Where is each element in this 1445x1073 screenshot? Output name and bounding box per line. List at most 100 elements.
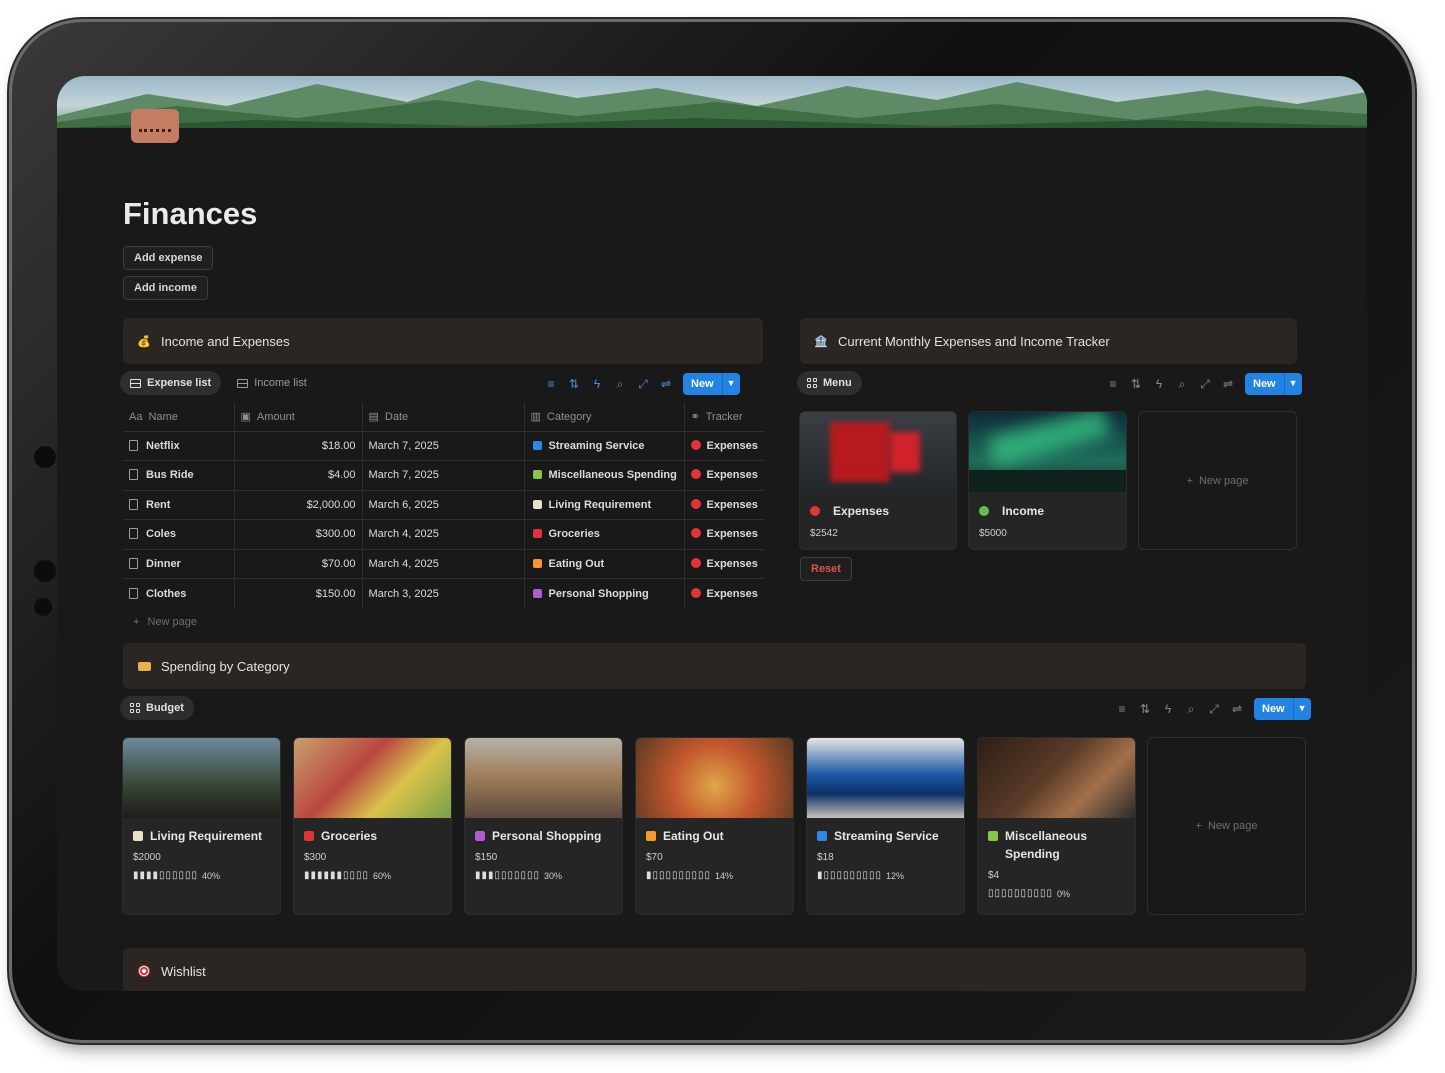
card-value: $2542 bbox=[810, 528, 838, 539]
new-page-card[interactable]: + New page bbox=[1138, 411, 1297, 550]
cell-amount[interactable]: $2,000.00 bbox=[233, 489, 362, 520]
new-button[interactable]: New ▼ bbox=[1245, 373, 1302, 395]
automation-icon[interactable]: ϟ bbox=[1162, 702, 1174, 716]
new-page-row[interactable]: + New page bbox=[133, 616, 197, 628]
settings-icon[interactable]: ⇌ bbox=[1231, 702, 1243, 716]
settings-icon[interactable]: ⇌ bbox=[660, 377, 672, 391]
reset-button[interactable]: Reset bbox=[800, 557, 852, 581]
tab-income-list[interactable]: Income list bbox=[227, 371, 317, 395]
cell-date[interactable]: March 3, 2025 bbox=[361, 578, 524, 608]
cell-name[interactable]: Clothes bbox=[123, 578, 234, 608]
new-button[interactable]: New ▼ bbox=[1254, 698, 1311, 720]
cell-amount[interactable]: $4.00 bbox=[233, 460, 362, 490]
cell-name[interactable]: Coles bbox=[123, 519, 234, 549]
chevron-down-icon[interactable]: ▼ bbox=[721, 373, 740, 395]
table-row[interactable]: Rent $2,000.00 March 6, 2025 Living Require… bbox=[123, 489, 764, 520]
budget-card[interactable]: Living Requirement $2000 ▮▮▮▮▯▯▯▯▯▯ 40% bbox=[122, 737, 281, 915]
tracker-card-expenses[interactable]: Expenses $2542 bbox=[799, 411, 957, 550]
category-icon bbox=[532, 470, 542, 480]
cell-category[interactable]: Eating Out bbox=[523, 548, 684, 579]
number-icon: ▣ bbox=[240, 411, 251, 424]
cell-category[interactable]: Miscellaneous Spending bbox=[523, 460, 684, 490]
cell-name[interactable]: Netflix bbox=[123, 430, 234, 461]
income-expenses-callout: 💰 Income and Expenses bbox=[123, 318, 763, 364]
cell-date[interactable]: March 6, 2025 bbox=[361, 489, 524, 520]
cell-tracker[interactable]: Expenses bbox=[683, 460, 764, 490]
cell-amount[interactable]: $150.00 bbox=[233, 578, 362, 608]
category-label: Groceries bbox=[548, 528, 600, 541]
budget-card[interactable]: Personal Shopping $150 ▮▮▮▯▯▯▯▯▯▯ 30% bbox=[464, 737, 623, 915]
cell-name[interactable]: Dinner bbox=[123, 548, 234, 579]
cell-category[interactable]: Groceries bbox=[523, 519, 684, 549]
cell-amount[interactable]: $70.00 bbox=[233, 548, 362, 579]
expand-icon[interactable]: ⤢ bbox=[637, 377, 649, 392]
add-income-button[interactable]: Add income bbox=[123, 276, 208, 300]
progress-bar: ▮▮▮▮▯▯▯▯▯▯ bbox=[133, 870, 199, 881]
cell-category[interactable]: Personal Shopping bbox=[523, 578, 684, 608]
table-row[interactable]: Coles $300.00 March 4, 2025 Groceries Expens… bbox=[123, 519, 764, 549]
credit-card-icon[interactable] bbox=[131, 109, 179, 143]
table-row[interactable]: Dinner $70.00 March 4, 2025 Eating Out Expen… bbox=[123, 548, 764, 579]
tab-budget[interactable]: Budget bbox=[120, 696, 194, 720]
sort-icon[interactable]: ⇅ bbox=[1139, 702, 1151, 716]
chevron-down-icon[interactable]: ▼ bbox=[1292, 698, 1311, 720]
table-row[interactable]: Clothes $150.00 March 3, 2025 Personal Shop… bbox=[123, 578, 764, 608]
search-icon[interactable]: ⌕ bbox=[1185, 702, 1197, 717]
budget-card[interactable]: Eating Out $70 ▮▯▯▯▯▯▯▯▯▯ 14% bbox=[635, 737, 794, 915]
column-header-date[interactable]: ▤ Date bbox=[361, 403, 524, 431]
cell-date[interactable]: March 4, 2025 bbox=[361, 519, 524, 549]
tab-menu[interactable]: Menu bbox=[797, 371, 862, 395]
automation-icon[interactable]: ϟ bbox=[591, 377, 603, 391]
table-icon bbox=[130, 378, 141, 388]
new-button[interactable]: New ▼ bbox=[683, 373, 740, 395]
text-type-icon: Aa bbox=[129, 410, 143, 423]
new-label: New bbox=[1253, 378, 1276, 390]
cell-category[interactable]: Living Requirement bbox=[523, 489, 684, 520]
budget-card[interactable]: Streaming Service $18 ▮▯▯▯▯▯▯▯▯▯ 12% bbox=[806, 737, 965, 915]
cell-name[interactable]: Rent bbox=[123, 489, 234, 520]
cell-tracker[interactable]: Expenses bbox=[683, 519, 764, 549]
cell-category[interactable]: Streaming Service bbox=[523, 430, 684, 461]
table-row[interactable]: Bus Ride $4.00 March 7, 2025 Miscellaneous … bbox=[123, 460, 764, 490]
new-label: New bbox=[1262, 703, 1285, 715]
cell-date[interactable]: March 4, 2025 bbox=[361, 548, 524, 579]
red-circle-icon bbox=[690, 528, 701, 539]
search-icon[interactable]: ⌕ bbox=[614, 377, 626, 392]
column-header-category[interactable]: ▥ Category bbox=[523, 403, 684, 431]
database-toolbar: ≡ ⇅ ϟ ⌕ ⤢ ⇌ New ▼ bbox=[545, 373, 740, 395]
callout-title: Current Monthly Expenses and Income Trac… bbox=[838, 333, 1110, 349]
cell-amount[interactable]: $18.00 bbox=[233, 430, 362, 461]
filter-icon[interactable]: ≡ bbox=[1116, 702, 1128, 716]
expand-icon[interactable]: ⤢ bbox=[1199, 377, 1211, 392]
chevron-down-icon[interactable]: ▼ bbox=[1283, 373, 1302, 395]
sort-icon[interactable]: ⇅ bbox=[568, 377, 580, 391]
expand-icon[interactable]: ⤢ bbox=[1208, 702, 1220, 717]
cell-amount[interactable]: $300.00 bbox=[233, 519, 362, 549]
category-icon bbox=[646, 831, 656, 841]
budget-card[interactable]: Groceries $300 ▮▮▮▮▮▮▯▯▯▯ 60% bbox=[293, 737, 452, 915]
column-header-amount[interactable]: ▣ Amount bbox=[233, 403, 362, 431]
budget-card[interactable]: Miscellaneous Spending $4 ▯▯▯▯▯▯▯▯▯▯ 0% bbox=[977, 737, 1136, 915]
filter-icon[interactable]: ≡ bbox=[1107, 377, 1119, 391]
new-page-card[interactable]: + New page bbox=[1147, 737, 1306, 915]
cell-date[interactable]: March 7, 2025 bbox=[361, 430, 524, 461]
sort-icon[interactable]: ⇅ bbox=[1130, 377, 1142, 391]
automation-icon[interactable]: ϟ bbox=[1153, 377, 1165, 391]
table-row[interactable]: Netflix $18.00 March 7, 2025 Streaming Serv… bbox=[123, 430, 764, 461]
cell-tracker[interactable]: Expenses bbox=[683, 430, 764, 461]
cover-image[interactable] bbox=[57, 76, 1367, 128]
add-expense-button[interactable]: Add expense bbox=[123, 246, 214, 270]
cell-name[interactable]: Bus Ride bbox=[123, 460, 234, 490]
tracker-card-income[interactable]: Income $5000 bbox=[968, 411, 1127, 550]
card-title: Streaming Service bbox=[817, 827, 954, 845]
column-header-tracker[interactable]: ⚭ Tracker bbox=[683, 403, 764, 431]
tab-expense-list[interactable]: Expense list bbox=[120, 371, 222, 395]
cell-tracker[interactable]: Expenses bbox=[683, 489, 764, 520]
column-header-name[interactable]: Aa Name bbox=[123, 403, 234, 431]
settings-icon[interactable]: ⇌ bbox=[1222, 377, 1234, 391]
filter-icon[interactable]: ≡ bbox=[545, 377, 557, 391]
search-icon[interactable]: ⌕ bbox=[1176, 377, 1188, 392]
cell-date[interactable]: March 7, 2025 bbox=[361, 460, 524, 490]
cell-tracker[interactable]: Expenses bbox=[683, 548, 764, 579]
cell-tracker[interactable]: Expenses bbox=[683, 578, 764, 608]
